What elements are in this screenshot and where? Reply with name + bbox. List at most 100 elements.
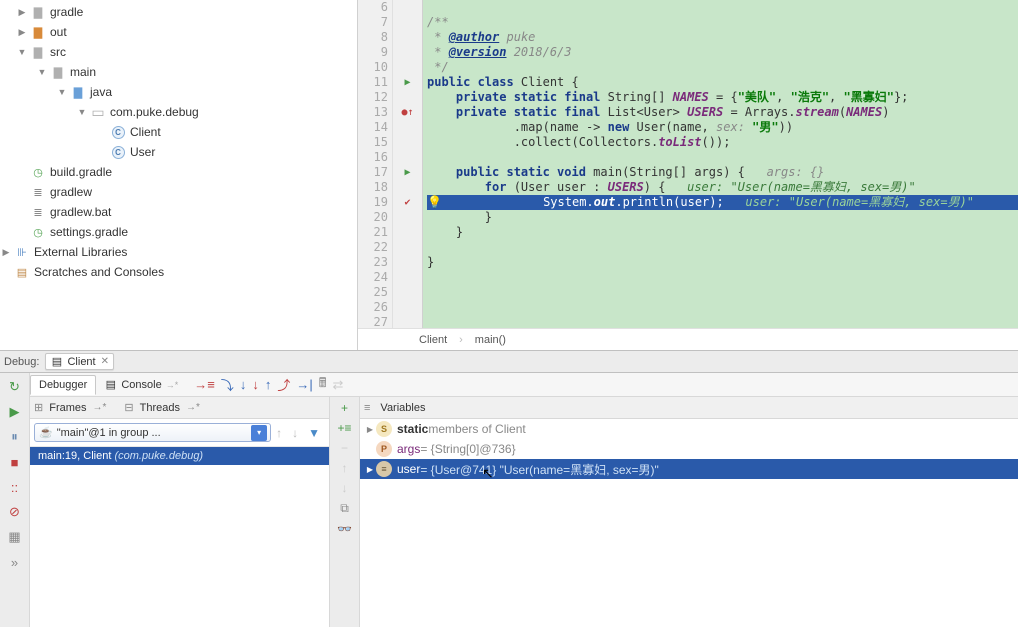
folder-icon: ▇ <box>30 4 46 20</box>
code-body[interactable]: /** * @author puke * @version 2018/6/3 *… <box>423 0 1018 328</box>
file-icon: ≣ <box>30 204 46 220</box>
new-watch-button[interactable]: +≡ <box>337 421 351 435</box>
threads-icon: ⊟ <box>124 401 133 414</box>
remove-watch-button[interactable]: − <box>341 441 348 455</box>
marks-gutter[interactable]: ▶ ●↑ ▶ ✔ <box>393 0 423 328</box>
step-into-button[interactable]: ↓ <box>240 377 247 392</box>
package-icon: ▭ <box>90 104 106 120</box>
folder-icon: ▇ <box>70 84 86 100</box>
resume-button[interactable]: ▶ <box>4 401 26 423</box>
tree-label: User <box>130 145 155 159</box>
breakpoint-arrow-icon[interactable]: ●↑ <box>401 105 413 120</box>
tree-client[interactable]: CClient <box>0 122 357 142</box>
breadcrumb-item[interactable]: Client <box>413 334 453 346</box>
show-exec-point-button[interactable]: →≡ <box>194 377 215 392</box>
tree-label: External Libraries <box>34 245 127 259</box>
tree-label: gradle <box>50 5 83 19</box>
breadcrumb-item[interactable]: main() <box>469 334 512 346</box>
tree-label: java <box>90 85 112 99</box>
console-tab[interactable]: ▤Console→* <box>96 375 186 394</box>
tree-gradlew[interactable]: ≣ gradlew <box>0 182 357 202</box>
frames-icon: ⊞ <box>34 401 43 414</box>
rerun-button[interactable]: ↻ <box>4 376 26 398</box>
run-mark-icon[interactable]: ▶ <box>404 165 410 180</box>
view-breakpoints-button[interactable]: :: <box>4 476 26 498</box>
tree-settings-gradle[interactable]: ◷ settings.gradle <box>0 222 357 242</box>
run-config-icon: ▤ <box>50 355 63 368</box>
debug-bar: Debug: ▤ Client ✕ <box>0 350 1018 373</box>
tree-external-libs[interactable]: ⊪ External Libraries <box>0 242 357 262</box>
drop-frame-button[interactable]: ⤴ <box>277 375 290 394</box>
variables-pane: ≡ Variables ▶Sstatic members of Client Pa… <box>360 397 1018 627</box>
var-args[interactable]: Pargs = {String[0]@736} <box>360 439 1018 459</box>
debug-tab-client[interactable]: ▤ Client ✕ <box>45 353 114 370</box>
dropdown-icon[interactable]: ▾ <box>251 425 267 441</box>
mute-breakpoints-button[interactable]: ⊘ <box>4 501 26 523</box>
run-to-cursor-button[interactable]: →| <box>296 377 312 392</box>
breakpoint-hit-icon[interactable]: ✔ <box>404 195 410 210</box>
tree-label: settings.gradle <box>50 225 128 239</box>
settings-button[interactable]: ⇄ <box>333 377 344 393</box>
class-icon: C <box>110 144 126 160</box>
down-button[interactable]: ↓ <box>342 481 348 495</box>
file-icon: ≣ <box>30 184 46 200</box>
close-icon[interactable]: ✕ <box>101 356 109 367</box>
tree-main[interactable]: ▇main <box>0 62 357 82</box>
evaluate-button[interactable]: 🖩 <box>319 374 327 396</box>
code-editor[interactable]: 6789101112131415161718192021222324252627… <box>358 0 1018 328</box>
breadcrumb[interactable]: Client › main() <box>358 328 1018 350</box>
tab-label: Client <box>67 356 95 368</box>
tree-out[interactable]: ▇ out <box>0 22 357 42</box>
line-number-gutter[interactable]: 6789101112131415161718192021222324252627 <box>358 0 393 328</box>
pin-button[interactable]: » <box>4 551 26 573</box>
var-user[interactable]: ▶≡user = {User@741} "User(name=黑寡妇, sex=… <box>360 459 1018 479</box>
prev-frame-button[interactable]: ↑ <box>276 426 282 440</box>
threads-tab[interactable]: Threads <box>140 402 180 414</box>
console-icon: ▤ <box>104 378 117 391</box>
tree-gradle[interactable]: ▇ gradle <box>0 2 357 22</box>
editor-pane: 6789101112131415161718192021222324252627… <box>358 0 1018 350</box>
stop-button[interactable]: ■ <box>4 451 26 473</box>
folder-icon: ▇ <box>30 24 46 40</box>
folder-icon: ▇ <box>30 44 46 60</box>
tree-user[interactable]: C User <box>0 142 357 162</box>
up-button[interactable]: ↑ <box>342 461 348 475</box>
debug-toolbar-top: Debugger ▤Console→* →≡ ⤵ ↓ ↓ ↑ ⤴ →| 🖩 ⇄ <box>30 373 1018 397</box>
tree-label: main <box>70 65 96 79</box>
next-frame-button[interactable]: ↓ <box>292 426 298 440</box>
tree-label: gradlew.bat <box>50 205 111 219</box>
layout-button[interactable]: ▦ <box>4 526 26 548</box>
tree-label: Scratches and Consoles <box>34 265 164 279</box>
watches-button[interactable]: 👓 <box>337 522 352 536</box>
thread-icon: ☕ <box>39 426 53 439</box>
intention-bulb-icon[interactable]: 💡 <box>427 195 456 209</box>
stack-frame[interactable]: main:19, Client (com.puke.debug) <box>30 447 329 465</box>
tree-package[interactable]: ▭com.puke.debug <box>0 102 357 122</box>
tree-label: gradlew <box>50 185 92 199</box>
filter-button[interactable]: ▼ <box>308 426 320 440</box>
tree-label: out <box>50 25 67 39</box>
debug-panel: ↻ ▶ ⏸ ■ :: ⊘ ▦ » Debugger ▤Console→* →≡ … <box>0 373 1018 627</box>
tree-java[interactable]: ▇ java <box>0 82 357 102</box>
tree-gradlew-bat[interactable]: ≣ gradlew.bat <box>0 202 357 222</box>
run-mark-icon[interactable]: ▶ <box>404 75 410 90</box>
variables-label: Variables <box>380 402 425 414</box>
pause-button[interactable]: ⏸ <box>4 426 26 448</box>
step-out-button[interactable]: ↑ <box>265 377 272 392</box>
debugger-tab[interactable]: Debugger <box>30 375 96 395</box>
variables-icon: ≡ <box>364 402 370 414</box>
project-tree[interactable]: ▇gradle ▇out ▇src ▇main ▇java ▭com.puke.… <box>0 0 358 350</box>
library-icon: ⊪ <box>14 244 30 260</box>
gradle-icon: ◷ <box>30 164 46 180</box>
force-step-into-button[interactable]: ↓ <box>252 377 259 392</box>
tree-src[interactable]: ▇src <box>0 42 357 62</box>
tree-build-gradle[interactable]: ◷ build.gradle <box>0 162 357 182</box>
thread-selector[interactable]: ☕ "main"@1 in group ... ▾ <box>34 423 271 442</box>
gradle-icon: ◷ <box>30 224 46 240</box>
tree-label: build.gradle <box>50 165 112 179</box>
step-over-button[interactable]: ⤵ <box>221 375 234 394</box>
tree-scratches[interactable]: ▤Scratches and Consoles <box>0 262 357 282</box>
add-watch-button[interactable]: + <box>341 401 348 415</box>
var-static[interactable]: ▶Sstatic members of Client <box>360 419 1018 439</box>
copy-button[interactable]: ⧉ <box>340 501 349 516</box>
